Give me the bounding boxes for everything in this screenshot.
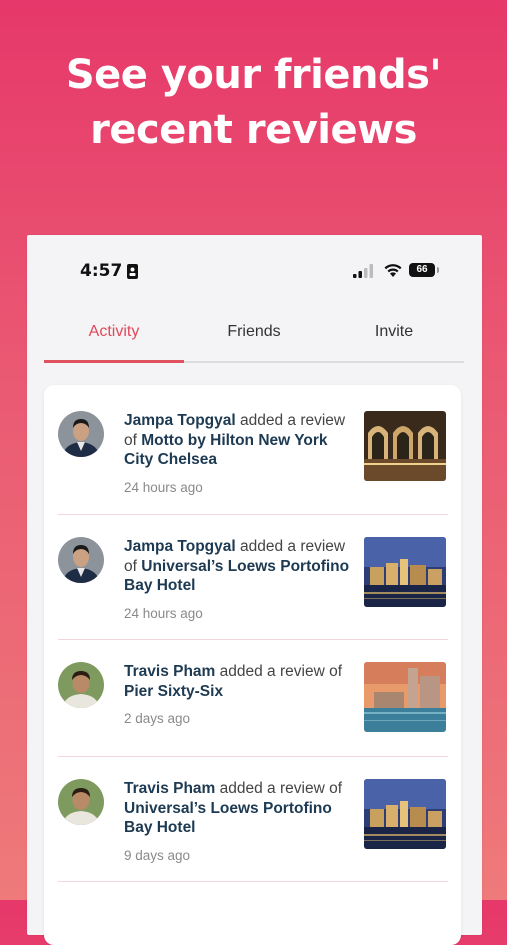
active-tab-indicator [44,360,184,363]
activity-item[interactable]: Jampa Topgyal added a review of Universa… [58,537,448,641]
divider [58,514,448,515]
activity-text: Travis Pham added a review of Pier Sixty… [124,662,356,729]
phone-screen: 4:57 66 Activity Friends Invite Jampa To… [27,235,482,945]
headline-line-2: recent reviews [90,107,417,153]
divider [58,881,448,882]
status-time: 4:57 [80,261,123,281]
avatar[interactable] [58,411,104,457]
hotel-thumbnail[interactable] [364,779,446,849]
activity-text: Jampa Topgyal added a review of Motto by… [124,411,356,497]
user-name-link[interactable]: Travis Pham [124,663,215,680]
place-name-link[interactable]: Universal’s Loews Portofino Bay Hotel [124,800,332,837]
timestamp: 2 days ago [124,711,191,726]
activity-action: added a review of [219,780,342,797]
hotel-thumbnail[interactable] [364,537,446,607]
tab-bar: Activity Friends Invite [44,307,464,363]
activity-feed: Jampa Topgyal added a review of Motto by… [44,385,461,945]
activity-action: added a review of [219,663,342,680]
place-name-link[interactable]: Pier Sixty-Six [124,683,223,700]
avatar[interactable] [58,537,104,583]
timestamp: 24 hours ago [124,605,203,621]
divider [58,756,448,757]
tab-activity[interactable]: Activity [44,307,184,359]
activity-item[interactable]: Jampa Topgyal added a review of Motto by… [58,411,448,515]
hotel-thumbnail[interactable] [364,662,446,732]
timestamp: 9 days ago [124,847,191,863]
activity-text: Jampa Topgyal added a review of Universa… [124,537,356,623]
headline-line-1: See your friends' [65,52,442,98]
place-name-link[interactable]: Universal’s Loews Portofino Bay Hotel [124,558,349,595]
activity-item[interactable]: Travis Pham added a review of Pier Sixty… [58,662,448,752]
activity-item[interactable]: Travis Pham added a review of Universal’… [58,779,448,883]
hotel-thumbnail[interactable] [364,411,446,481]
avatar[interactable] [58,779,104,825]
tab-invite[interactable]: Invite [324,307,464,359]
timestamp: 24 hours ago [124,479,203,495]
wifi-icon [384,264,402,277]
place-name-link[interactable]: Motto by Hilton New York City Chelsea [124,432,328,469]
status-bar: 4:57 66 [27,235,482,305]
cellular-signal-icon [353,264,373,278]
user-name-link[interactable]: Jampa Topgyal [124,538,236,555]
id-badge-icon [127,264,138,279]
user-name-link[interactable]: Travis Pham [124,780,215,797]
activity-text: Travis Pham added a review of Universal’… [124,779,356,865]
tab-friends[interactable]: Friends [184,307,324,359]
battery-tip [437,267,439,273]
battery-level: 66 [409,263,435,277]
headline: See your friends' recent reviews [0,48,507,158]
user-name-link[interactable]: Jampa Topgyal [124,412,236,429]
avatar[interactable] [58,662,104,708]
divider [58,639,448,640]
